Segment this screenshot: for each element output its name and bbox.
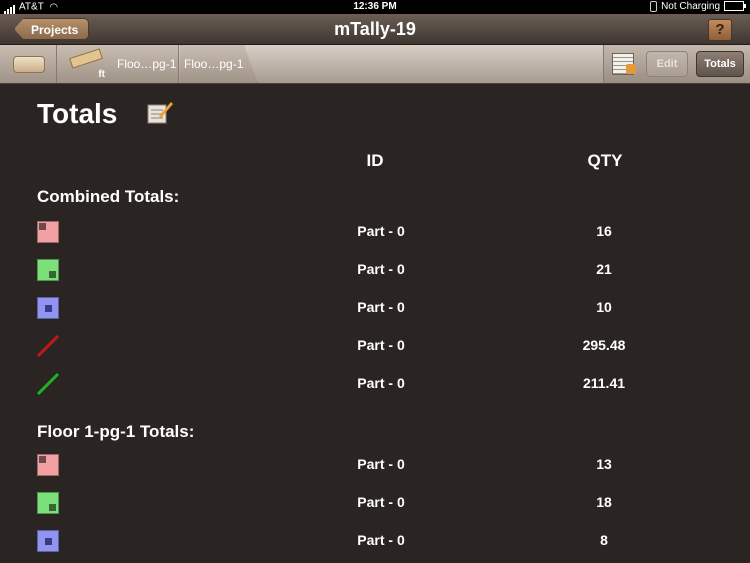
status-time: 12:36 PM [353, 1, 397, 12]
row-id: Part - 0 [357, 494, 405, 510]
table-row[interactable]: Part - 0 8 [0, 527, 750, 557]
table-row[interactable]: Part - 0 10 [0, 294, 750, 324]
overview-icon [13, 56, 45, 73]
table-row[interactable]: Part - 0 16 [0, 218, 750, 248]
blue-square-icon [37, 530, 59, 552]
row-qty: 13 [596, 456, 612, 472]
column-header-id: ID [366, 151, 384, 170]
tab-page-2[interactable]: Floo…pg-1 [180, 45, 258, 83]
red-square-icon [37, 454, 59, 476]
red-square-icon [37, 221, 59, 243]
row-id: Part - 0 [357, 299, 405, 315]
help-button[interactable]: ? [708, 19, 732, 41]
table-row[interactable]: Part - 0 13 [0, 451, 750, 481]
table-row[interactable]: Part - 0 211.41 [0, 370, 750, 400]
section-title: Floor 1-pg-1 Totals: [37, 422, 195, 441]
red-line-icon [37, 335, 59, 357]
status-bar: AT&T ◠ 12:36 PM Not Charging [0, 0, 750, 14]
row-qty: 10 [596, 299, 612, 315]
bluetooth-icon [650, 0, 658, 12]
tab-page-1[interactable]: Floo…pg-1 [113, 45, 179, 83]
row-id: Part - 0 [357, 532, 405, 548]
row-qty: 211.41 [582, 375, 626, 391]
row-id: Part - 0 [357, 261, 405, 277]
report-icon[interactable] [147, 100, 173, 124]
table-row[interactable]: Part - 0 295.48 [0, 332, 750, 362]
column-header-qty: QTY [587, 151, 623, 170]
app-title: mTally-19 [334, 19, 416, 39]
row-qty: 18 [596, 494, 612, 510]
row-qty: 21 [596, 261, 612, 277]
add-note-icon [626, 64, 636, 74]
green-line-icon [37, 373, 59, 395]
ruler-icon [69, 48, 103, 69]
battery-icon [724, 1, 746, 12]
row-id: Part - 0 [357, 375, 405, 391]
totals-button[interactable]: Totals [696, 51, 744, 77]
row-id: Part - 0 [357, 337, 405, 353]
section-title: Combined Totals: [37, 187, 180, 206]
totals-content: Totals ID QTY Combined Totals: Part - 0 … [0, 84, 750, 563]
green-square-icon [37, 492, 59, 514]
toolbar: ft Floo…pg-1 Floo…pg-1 Edit Totals [0, 45, 750, 84]
scale-unit-label: ft [98, 69, 105, 80]
green-square-icon [37, 259, 59, 281]
tab-scale[interactable]: ft [57, 45, 114, 83]
blue-square-icon [37, 297, 59, 319]
row-qty: 8 [600, 532, 608, 548]
row-id: Part - 0 [357, 456, 405, 472]
row-qty: 16 [596, 223, 612, 239]
tab-overview[interactable] [0, 45, 57, 83]
edit-button[interactable]: Edit [646, 51, 688, 77]
row-id: Part - 0 [357, 223, 405, 239]
status-right: Not Charging [650, 0, 746, 14]
table-row[interactable]: Part - 0 21 [0, 256, 750, 286]
row-qty: 295.48 [582, 337, 626, 353]
battery-label: Not Charging [661, 1, 720, 12]
toolbar-actions: Edit Totals [603, 45, 750, 83]
navigation-bar: Projects mTally-19 ? [0, 14, 750, 45]
table-row[interactable]: Part - 0 18 [0, 489, 750, 519]
page-title: Totals [37, 98, 118, 129]
